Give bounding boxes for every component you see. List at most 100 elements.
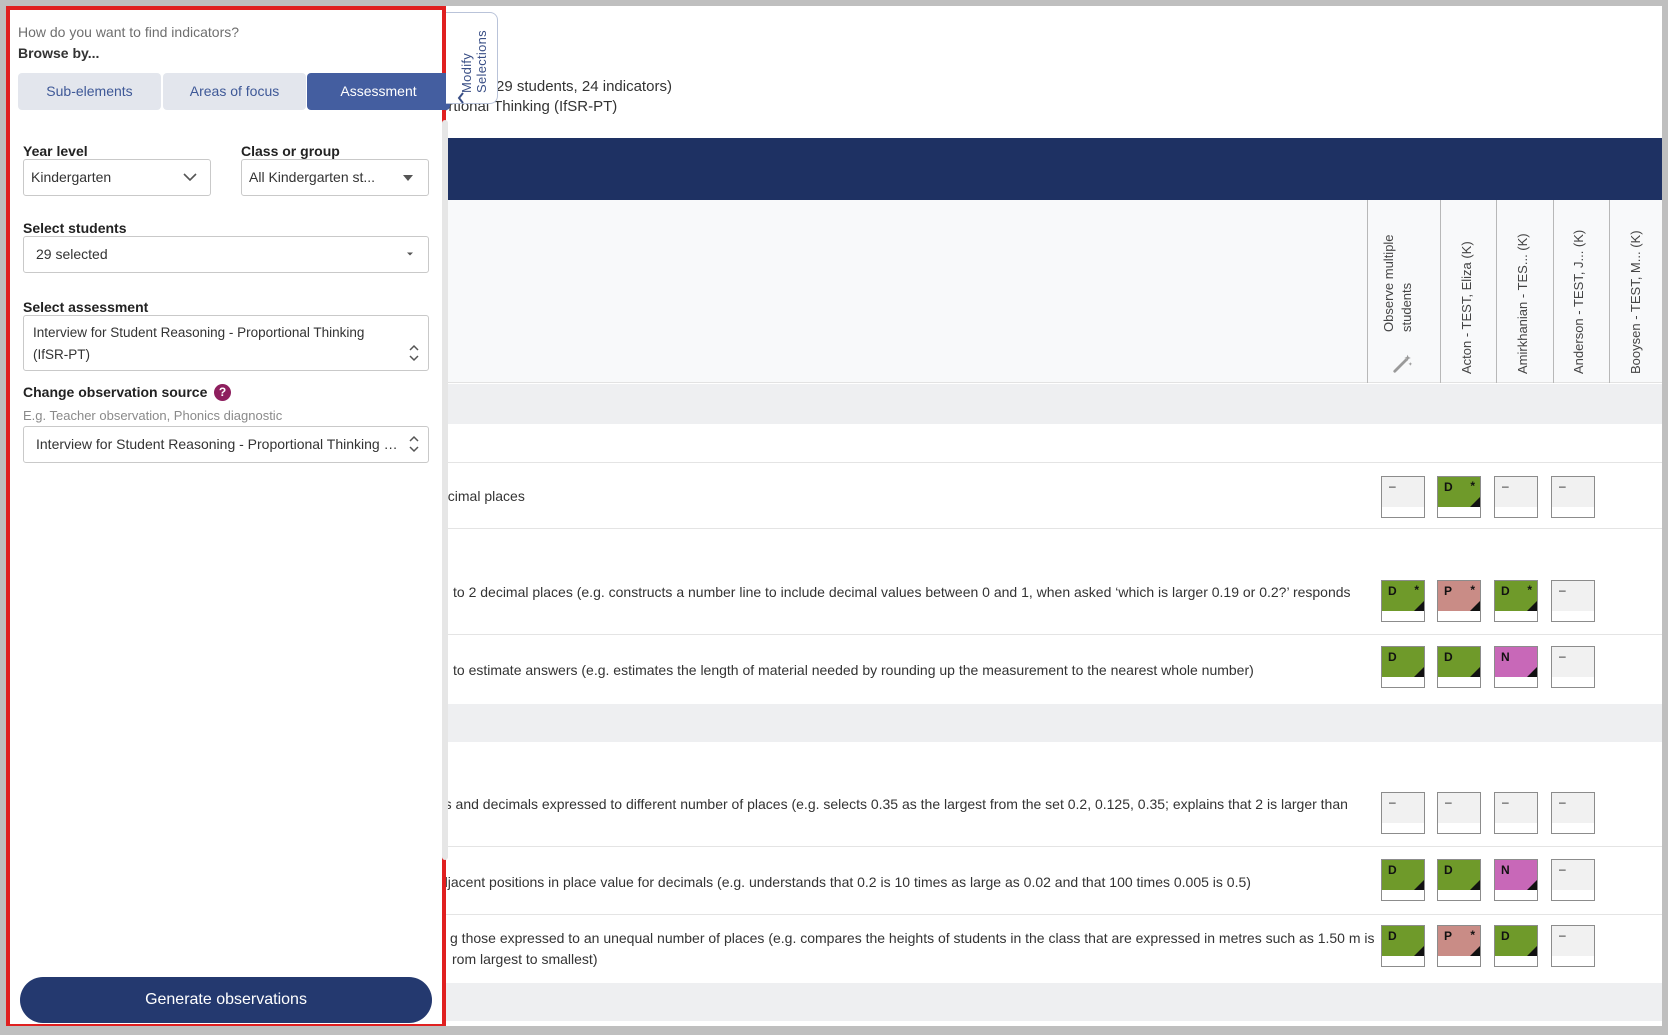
observation-source-dropdown[interactable]: Interview for Student Reasoning - Propor… — [23, 426, 429, 463]
select-students-dropdown[interactable]: 29 selected — [23, 236, 429, 273]
observation-cell[interactable]: – — [1551, 580, 1595, 622]
observation-code: – — [1559, 862, 1566, 876]
observation-source-hint: E.g. Teacher observation, Phonics diagno… — [23, 408, 283, 423]
tab-areas-of-focus[interactable]: Areas of focus — [163, 73, 306, 110]
observation-code: – — [1559, 928, 1566, 942]
observation-cell[interactable]: – — [1551, 792, 1595, 834]
corner-triangle-icon — [1470, 946, 1480, 956]
asterisk-icon: * — [1470, 928, 1475, 942]
caret-down-icon — [403, 175, 413, 181]
observation-code: P — [1444, 584, 1453, 598]
observation-code: D — [1444, 650, 1453, 664]
class-group-select[interactable]: All Kindergarten st... — [241, 159, 429, 196]
indicator-text: djacent positions in place value for dec… — [440, 874, 1251, 890]
student-column-header[interactable]: Amirkhanian - TES... (K) — [1515, 194, 1535, 374]
browse-prompt: How do you want to find indicators? — [18, 24, 240, 40]
year-level-label: Year level — [23, 143, 88, 159]
modify-selections-tab[interactable]: Modify Selections — [446, 12, 498, 104]
indicator-text: to 2 decimal places (e.g. constructs a n… — [453, 584, 1351, 600]
observation-cell[interactable]: N — [1494, 859, 1538, 901]
corner-triangle-icon — [1527, 880, 1537, 890]
column-divider — [1440, 200, 1441, 383]
observation-cell[interactable]: P * — [1437, 925, 1481, 967]
observation-cell[interactable]: – — [1551, 646, 1595, 688]
observation-source-value: Interview for Student Reasoning - Propor… — [36, 436, 408, 452]
chevron-down-icon — [183, 173, 197, 182]
select-students-label: Select students — [23, 220, 127, 236]
observation-cell[interactable]: D — [1437, 859, 1481, 901]
corner-triangle-icon — [1470, 880, 1480, 890]
corner-triangle-icon — [1527, 946, 1537, 956]
help-icon[interactable]: ? — [214, 384, 231, 401]
indicator-text: to estimate answers (e.g. estimates the … — [453, 662, 1254, 678]
observation-cell[interactable]: D * — [1437, 476, 1481, 518]
observation-cell[interactable]: D — [1437, 646, 1481, 688]
indicator-text: g those expressed to an unequal number o… — [450, 930, 1375, 946]
observation-cell[interactable]: P * — [1437, 580, 1481, 622]
observation-code: – — [1559, 649, 1566, 663]
row-divider — [440, 634, 1668, 635]
student-column-header[interactable]: Acton - TEST, Eliza (K) — [1459, 194, 1479, 374]
corner-triangle-icon — [1470, 497, 1480, 507]
observation-code: – — [1559, 479, 1566, 493]
tab-sub-elements[interactable]: Sub-elements — [18, 73, 161, 110]
observation-code: D — [1388, 929, 1397, 943]
observation-code: D — [1444, 863, 1453, 877]
observation-cell[interactable]: D * — [1381, 580, 1425, 622]
observation-cell[interactable]: – — [1494, 476, 1538, 518]
updown-chevron-icon — [409, 344, 419, 362]
student-column-header[interactable]: Booysen - TEST, M... (K) — [1628, 194, 1648, 374]
observation-cell[interactable]: – — [1494, 792, 1538, 834]
observation-cell[interactable]: – — [1437, 792, 1481, 834]
indicator-text: rs and decimals expressed to different n… — [440, 796, 1348, 812]
observation-cell[interactable]: D — [1381, 859, 1425, 901]
observation-code: N — [1501, 863, 1510, 877]
magic-wand-icon[interactable] — [1392, 352, 1414, 374]
panel-scrollbar[interactable] — [442, 120, 448, 860]
student-column-header[interactable]: Anderson - TEST, J... (K) — [1571, 194, 1591, 374]
corner-triangle-icon — [1414, 880, 1424, 890]
indicator-text: ecimal places — [440, 488, 525, 504]
select-assessment-value: Interview for Student Reasoning - Propor… — [33, 325, 365, 340]
browse-by-label: Browse by... — [18, 45, 100, 61]
observation-code: N — [1501, 650, 1510, 664]
observation-code: – — [1559, 795, 1566, 809]
observation-code: – — [1502, 795, 1509, 809]
section-band — [440, 983, 1668, 1021]
observation-cell[interactable]: – — [1381, 476, 1425, 518]
corner-triangle-icon — [1414, 946, 1424, 956]
grid-header-bar — [440, 138, 1668, 200]
observation-cell[interactable]: N — [1494, 646, 1538, 688]
select-students-value: 29 selected — [36, 246, 108, 262]
asterisk-icon: * — [1470, 479, 1475, 493]
observation-code: D — [1501, 929, 1510, 943]
observation-cell[interactable]: – — [1551, 859, 1595, 901]
chevron-left-icon — [457, 92, 464, 104]
updown-chevron-icon — [409, 435, 419, 453]
observation-code: D — [1501, 584, 1510, 598]
tab-assessment[interactable]: Assessment — [307, 73, 450, 110]
corner-triangle-icon — [1414, 667, 1424, 677]
row-divider — [440, 846, 1668, 847]
select-assessment-dropdown[interactable]: Interview for Student Reasoning - Propor… — [23, 315, 429, 371]
generate-observations-button[interactable]: Generate observations — [20, 977, 432, 1023]
observation-code: – — [1389, 795, 1396, 809]
class-group-label: Class or group — [241, 143, 340, 159]
observation-cell[interactable]: – — [1551, 476, 1595, 518]
observation-source-label: Change observation source — [23, 384, 208, 400]
row-divider — [440, 914, 1668, 915]
year-level-select[interactable]: Kindergarten — [23, 159, 211, 196]
section-band — [440, 704, 1668, 742]
column-divider — [1609, 200, 1610, 383]
observation-cell[interactable]: D — [1494, 925, 1538, 967]
observation-code: – — [1502, 479, 1509, 493]
indicator-selection-panel: How do you want to find indicators? Brow… — [6, 6, 450, 1028]
observation-code: D — [1388, 863, 1397, 877]
observation-cell[interactable]: D * — [1494, 580, 1538, 622]
observation-code: – — [1559, 583, 1566, 597]
observation-cell[interactable]: – — [1551, 925, 1595, 967]
observation-cell[interactable]: – — [1381, 792, 1425, 834]
observation-cell[interactable]: D — [1381, 925, 1425, 967]
caret-down-icon — [407, 252, 413, 256]
observation-cell[interactable]: D — [1381, 646, 1425, 688]
